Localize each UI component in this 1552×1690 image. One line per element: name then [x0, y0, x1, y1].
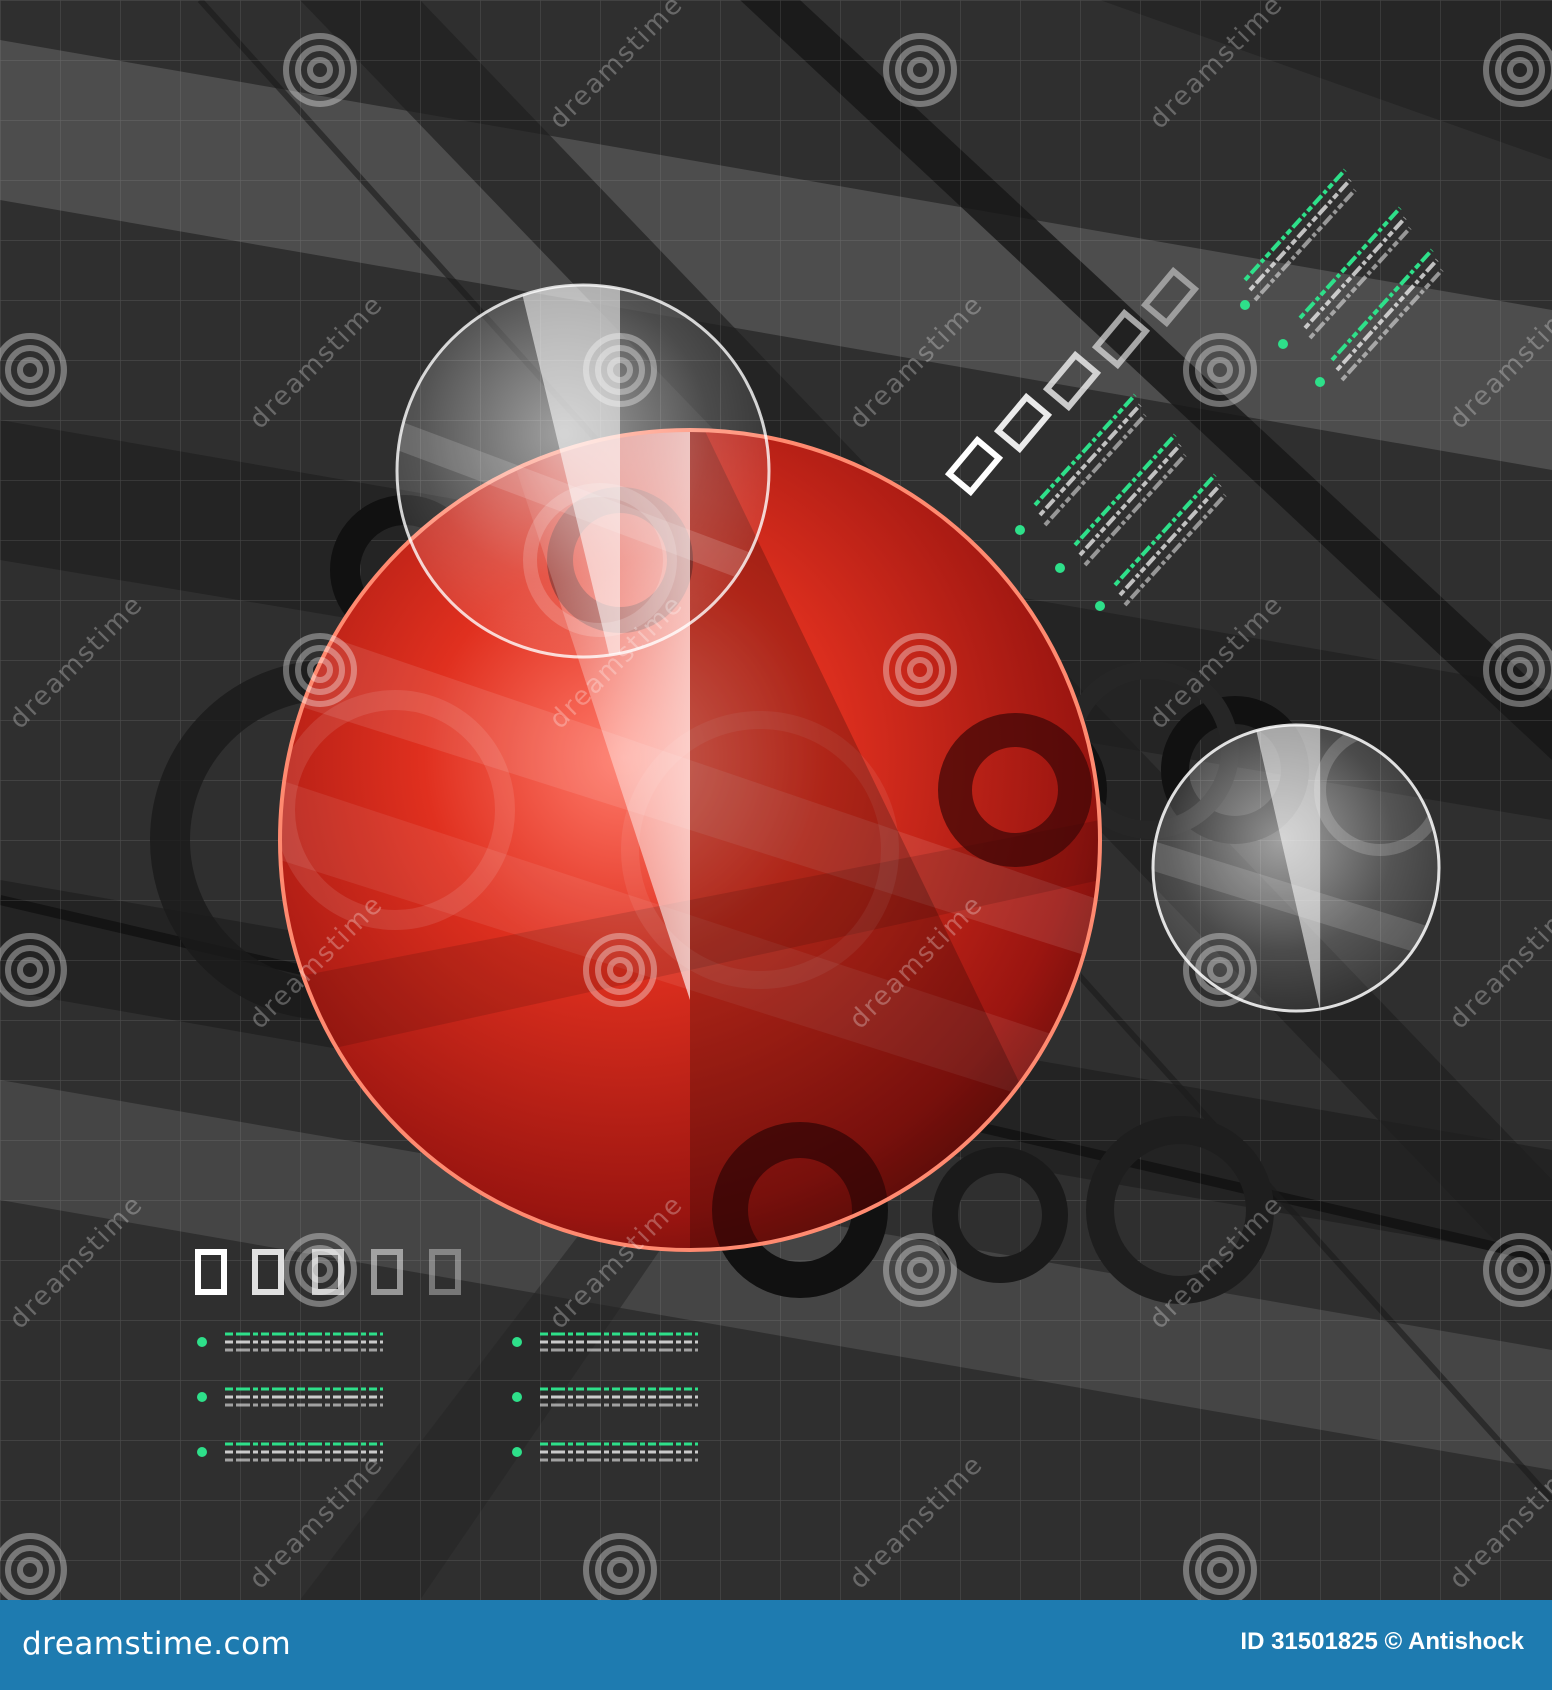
footer-site-logo[interactable]: dreamstime.com [22, 1626, 291, 1662]
glass-circle-right [1151, 723, 1441, 1013]
abstract-artwork: dreamstime dreamstimedreamstime dreamstime… [0, 0, 1552, 1600]
footer-image-credit: ID 31501825 © Antishock [1240, 1628, 1524, 1655]
stock-image: dreamstime dreamstime dreamstime dreamstime… [0, 0, 1552, 1690]
footer-bar: dreamstime.com ID 31501825 © Antishock [0, 1600, 1552, 1690]
